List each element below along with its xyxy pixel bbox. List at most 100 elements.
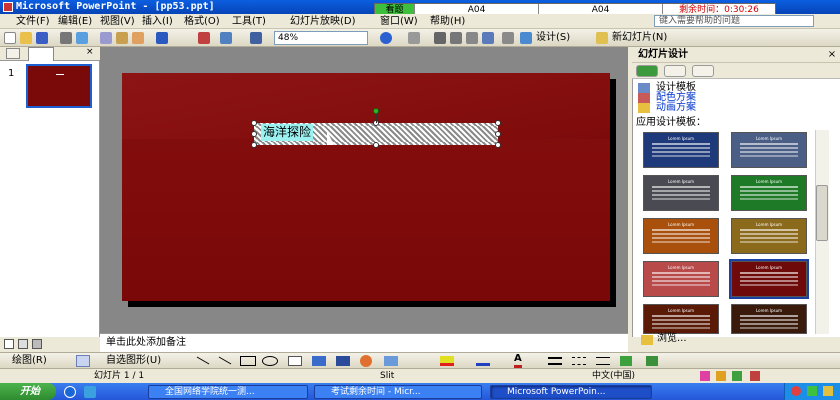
new-icon[interactable] <box>4 32 16 44</box>
oval-icon[interactable] <box>262 356 278 366</box>
design-template-thumbnail[interactable]: Lorem Ipsum <box>643 132 719 168</box>
design-template-thumbnail[interactable]: Lorem Ipsum <box>729 259 809 299</box>
menu-slideshow[interactable]: 幻灯片放映(D) <box>290 14 356 29</box>
design-template-thumbnail[interactable]: Lorem Ipsum <box>643 261 719 297</box>
help-icon[interactable] <box>380 32 392 44</box>
textbox-icon[interactable] <box>288 356 302 366</box>
normal-view-icon[interactable] <box>4 339 14 349</box>
columns-icon[interactable] <box>250 32 262 44</box>
design-template-thumbnail[interactable]: Lorem Ipsum <box>643 175 719 211</box>
fill-color-icon[interactable] <box>440 356 454 366</box>
undo-icon[interactable] <box>156 32 168 44</box>
menu-format[interactable]: 格式(O) <box>184 14 220 29</box>
select-pointer-icon[interactable] <box>76 355 90 367</box>
insert-table-icon[interactable] <box>220 32 232 44</box>
dash-style-icon[interactable] <box>572 357 586 365</box>
tray-network-icon[interactable] <box>807 386 817 396</box>
ime-soft-kb-icon[interactable] <box>750 371 760 381</box>
outline-tab[interactable] <box>6 48 20 59</box>
show-desktop-icon[interactable] <box>84 386 96 398</box>
3d-icon[interactable] <box>646 356 658 366</box>
slide-thumbnail[interactable] <box>26 64 92 108</box>
notes-area[interactable]: 单击此处添加备注 <box>100 333 628 353</box>
show-formatting-icon[interactable] <box>408 32 420 44</box>
format-painter-icon[interactable] <box>132 32 144 44</box>
sorter-view-icon[interactable] <box>18 339 28 349</box>
design-template-thumbnail[interactable]: Lorem Ipsum <box>731 132 807 168</box>
menu-insert[interactable]: 插入(I) <box>142 14 173 29</box>
task-pane-close-icon[interactable]: × <box>826 49 838 61</box>
menu-edit[interactable]: 编辑(E) <box>58 14 92 29</box>
slide-canvas[interactable] <box>122 73 610 301</box>
wordart-icon[interactable] <box>312 356 326 366</box>
help-search-input[interactable]: 键入需要帮助的问题 <box>654 15 814 27</box>
menu-view[interactable]: 视图(V) <box>100 14 135 29</box>
design-template-thumbnail[interactable]: Lorem Ipsum <box>643 304 719 334</box>
design-template-thumbnail[interactable]: Lorem Ipsum <box>731 218 807 254</box>
resize-handle[interactable] <box>251 131 257 137</box>
menu-file[interactable]: 文件(F) <box>16 14 50 29</box>
shadow-icon[interactable] <box>620 356 632 366</box>
align-icon[interactable] <box>482 32 494 44</box>
tray-icon[interactable] <box>791 386 801 396</box>
resize-handle[interactable] <box>373 142 379 148</box>
insert-chart-icon[interactable] <box>198 32 210 44</box>
line-color-icon[interactable] <box>476 356 490 366</box>
slides-tab[interactable] <box>28 47 54 61</box>
rectangle-icon[interactable] <box>240 356 256 366</box>
design-template-thumbnail[interactable]: Lorem Ipsum <box>731 175 807 211</box>
open-icon[interactable] <box>20 32 32 44</box>
menu-window[interactable]: 窗口(W) <box>380 14 418 29</box>
line-icon[interactable] <box>196 356 210 365</box>
resize-handle[interactable] <box>251 142 257 148</box>
resize-handle[interactable] <box>495 142 501 148</box>
draw-menu-button[interactable]: 绘图(R) <box>12 353 47 368</box>
design-icon[interactable] <box>520 32 532 44</box>
design-button[interactable]: 设计(S) <box>536 31 570 45</box>
taskbar-item-exam[interactable]: 全国网络学院统一测... <box>148 385 308 399</box>
rotate-handle[interactable] <box>373 108 379 114</box>
clipart-icon[interactable] <box>360 355 372 367</box>
font-size-icon[interactable] <box>502 32 514 44</box>
menu-help[interactable]: 帮助(H) <box>430 14 465 29</box>
new-slide-button[interactable]: 新幻灯片(N) <box>612 31 667 45</box>
diagram-icon[interactable] <box>336 356 350 366</box>
templates-scroll-thumb[interactable] <box>816 185 828 241</box>
design-template-thumbnail[interactable]: Lorem Ipsum <box>643 218 719 254</box>
save-icon[interactable] <box>36 32 48 44</box>
print-icon[interactable] <box>60 32 72 44</box>
new-slide-icon[interactable] <box>596 32 608 44</box>
font-color-icon[interactable]: A <box>514 353 522 368</box>
ime-mode-icon[interactable] <box>716 371 726 381</box>
home-icon[interactable] <box>692 65 714 77</box>
taskbar-item-powerpoint[interactable]: Microsoft PowerPoin... <box>490 385 652 399</box>
close-pane-icon[interactable]: × <box>86 47 94 57</box>
arrow-icon[interactable] <box>218 356 232 365</box>
autoshapes-button[interactable]: 自选图形(U) <box>106 353 161 368</box>
arrow-style-icon[interactable] <box>596 357 610 365</box>
browse-link[interactable]: 浏览... <box>657 333 687 345</box>
resize-handle[interactable] <box>251 120 257 126</box>
slideshow-view-icon[interactable] <box>32 339 42 349</box>
italic-icon[interactable] <box>450 32 462 44</box>
design-template-thumbnail[interactable]: Lorem Ipsum <box>731 304 807 334</box>
underline-icon[interactable] <box>466 32 478 44</box>
tray-volume-icon[interactable] <box>823 386 833 396</box>
bold-icon[interactable] <box>434 32 446 44</box>
forward-icon[interactable] <box>664 65 686 77</box>
zoom-select[interactable]: 48% <box>274 31 368 45</box>
print-preview-icon[interactable] <box>76 32 88 44</box>
copy-icon[interactable] <box>100 32 112 44</box>
slide-title-text[interactable]: 海洋探险 <box>261 124 314 141</box>
picture-icon[interactable] <box>384 356 398 366</box>
back-icon[interactable] <box>636 65 658 77</box>
paste-icon[interactable] <box>116 32 128 44</box>
taskbar-item-timer[interactable]: 考试剩余时间 - Micr... <box>314 385 482 399</box>
ie-icon[interactable] <box>64 386 76 398</box>
ime-punct-icon[interactable] <box>732 371 742 381</box>
link-animation-schemes[interactable]: 动画方案 <box>656 102 696 114</box>
start-button[interactable]: 开始 <box>0 383 56 400</box>
ime-icon[interactable] <box>700 371 710 381</box>
line-style-icon[interactable] <box>548 357 562 365</box>
resize-handle[interactable] <box>495 131 501 137</box>
